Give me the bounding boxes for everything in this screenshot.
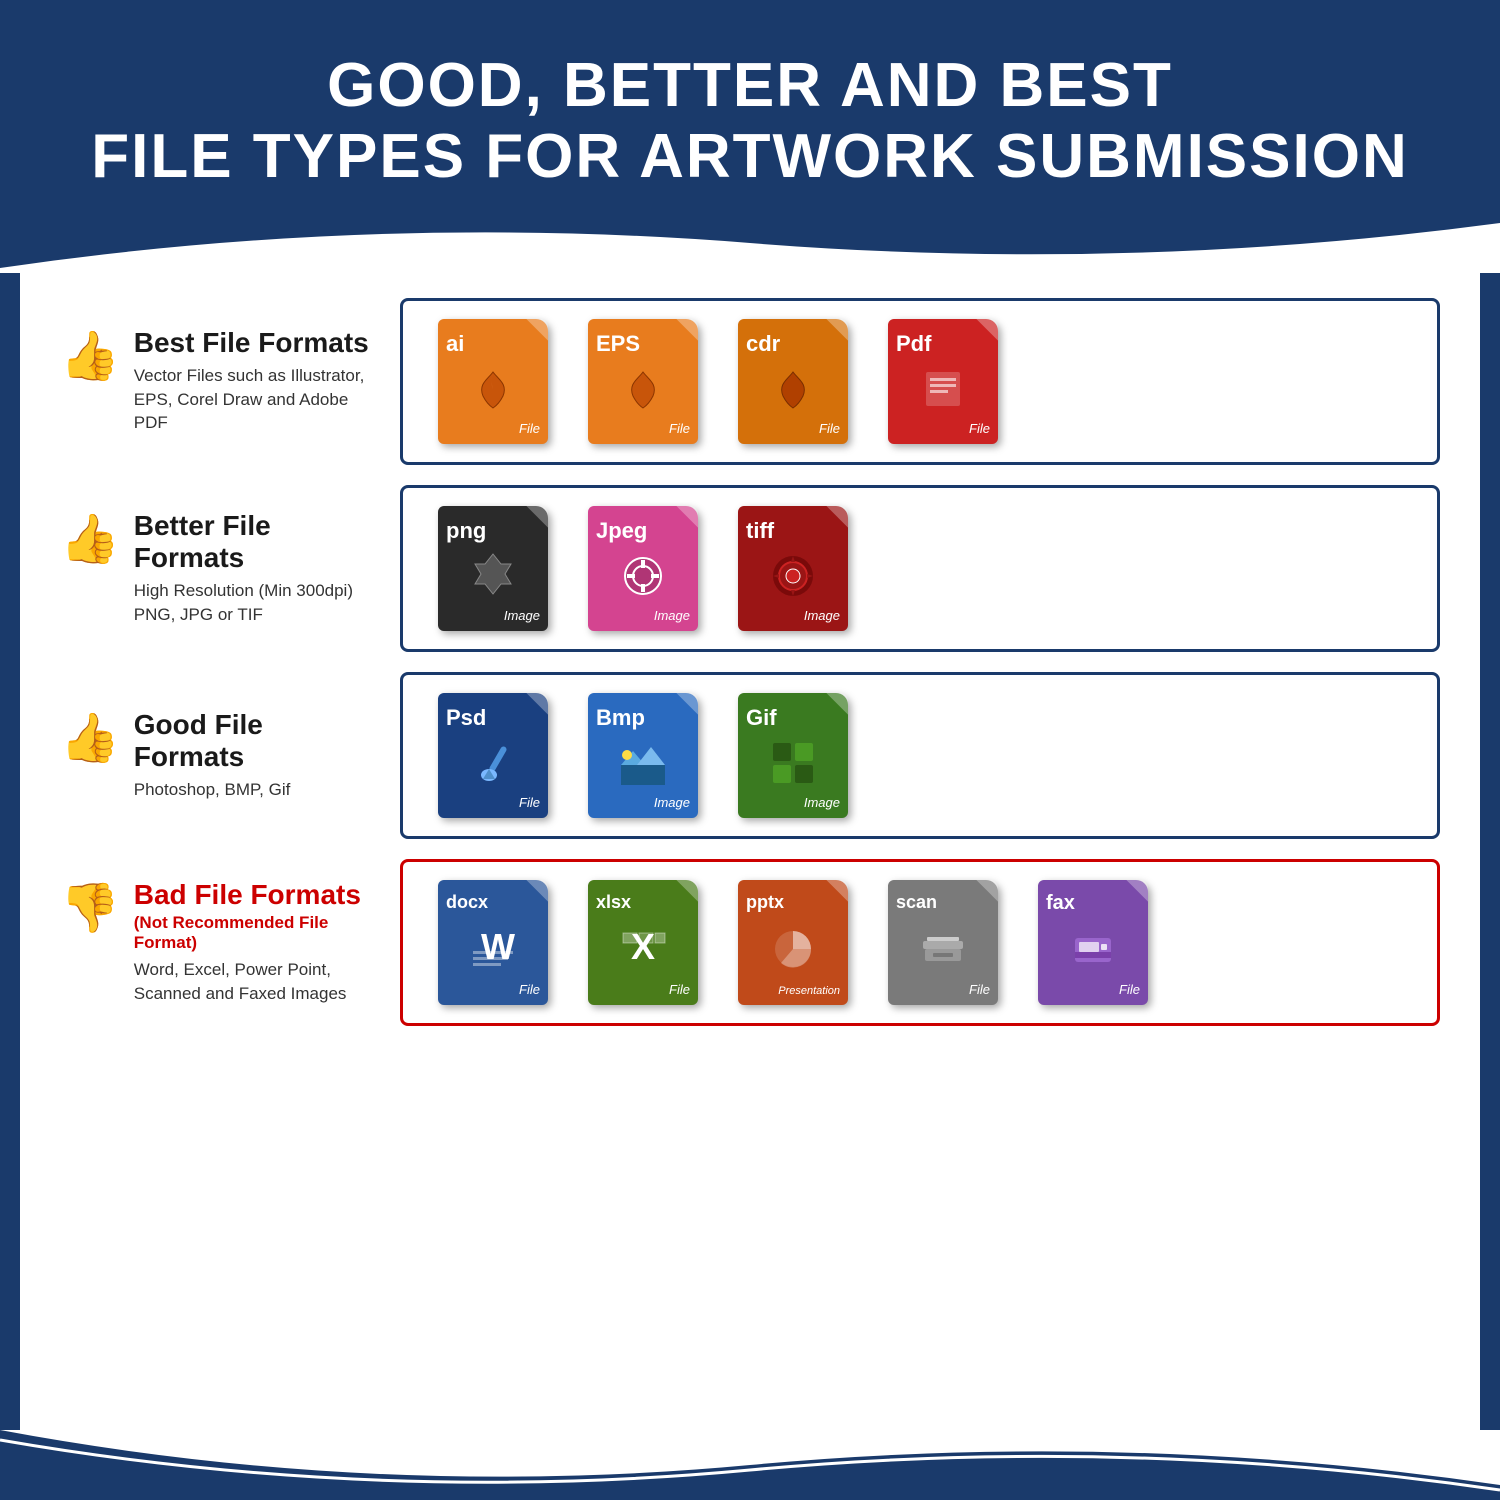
bad-row: 👎 Bad File Formats (Not Recommended File… — [60, 859, 1440, 1026]
psd-file-icon: Psd File — [428, 693, 558, 818]
fax-file-icon: fax File — [1028, 880, 1158, 1005]
tiff-icon-img — [767, 550, 819, 602]
png-file-icon: png Image — [428, 506, 558, 631]
bad-text-block: Bad File Formats (Not Recommended File F… — [134, 879, 380, 1006]
pptx-icon-img — [767, 923, 819, 975]
best-label-area: 👍 Best File Formats Vector Files such as… — [60, 317, 380, 445]
header: GOOD, BETTER AND BEST FILE TYPES FOR ART… — [0, 0, 1500, 223]
bad-subtitle-red: (Not Recommended File Format) — [134, 913, 380, 953]
xlsx-icon-img: X — [617, 921, 669, 973]
bad-label-area: 👎 Bad File Formats (Not Recommended File… — [60, 869, 380, 1016]
scan-file-shape: scan File — [888, 880, 998, 1005]
best-subtitle: Vector Files such as Illustrator,EPS, Co… — [134, 364, 380, 435]
eps-file-icon: EPS File — [578, 319, 708, 444]
png-file-shape: png Image — [438, 506, 548, 631]
ai-icon-img — [468, 364, 518, 414]
ai-file-shape: ai File — [438, 319, 548, 444]
gif-file-icon: Gif Image — [728, 693, 858, 818]
scan-icon-img — [917, 921, 969, 973]
bmp-file-icon: Bmp Image — [578, 693, 708, 818]
fax-file-shape: fax File — [1038, 880, 1148, 1005]
better-row: 👍 Better File Formats High Resolution (M… — [60, 485, 1440, 652]
pdf-file-icon: Pdf File — [878, 319, 1008, 444]
bmp-file-shape: Bmp Image — [588, 693, 698, 818]
best-icons-box: ai File EPS File — [400, 298, 1440, 465]
bad-icons-box: docx W File xlsx — [400, 859, 1440, 1026]
best-title: Best File Formats — [134, 327, 380, 359]
best-row: 👍 Best File Formats Vector Files such as… — [60, 298, 1440, 465]
gif-icon-img — [767, 737, 819, 789]
content-area: 👍 Best File Formats Vector Files such as… — [20, 273, 1480, 1430]
good-label-area: 👍 Good File Formats Photoshop, BMP, Gif — [60, 699, 380, 812]
tiff-file-icon: tiff Image — [728, 506, 858, 631]
thumbs-down-icon: 👎 — [60, 879, 120, 936]
svg-text:W: W — [481, 926, 515, 967]
xlsx-file-shape: xlsx X File — [588, 880, 698, 1005]
thumbs-up-good-icon: 👍 — [60, 709, 120, 766]
pdf-icon-img — [918, 364, 968, 414]
scan-file-icon: scan File — [878, 880, 1008, 1005]
best-text-block: Best File Formats Vector Files such as I… — [134, 327, 380, 435]
better-subtitle: High Resolution (Min 300dpi)PNG, JPG or … — [134, 579, 380, 627]
svg-text:X: X — [631, 926, 655, 967]
good-text-block: Good File Formats Photoshop, BMP, Gif — [134, 709, 380, 802]
bad-title: Bad File Formats — [134, 879, 380, 911]
xlsx-file-icon: xlsx X File — [578, 880, 708, 1005]
thumbs-up-better-icon: 👍 — [60, 510, 120, 567]
better-text-block: Better File Formats High Resolution (Min… — [134, 510, 380, 627]
good-icons-box: Psd File Bmp — [400, 672, 1440, 839]
page-title: GOOD, BETTER AND BEST FILE TYPES FOR ART… — [60, 50, 1440, 193]
psd-icon-img — [467, 737, 519, 789]
main-container: GOOD, BETTER AND BEST FILE TYPES FOR ART… — [0, 0, 1500, 1500]
docx-file-icon: docx W File — [428, 880, 558, 1005]
tiff-file-shape: tiff Image — [738, 506, 848, 631]
pptx-file-icon: pptx Presentation — [728, 880, 858, 1005]
png-icon-img — [467, 550, 519, 602]
better-title: Better File Formats — [134, 510, 380, 574]
cdr-file-shape: cdr File — [738, 319, 848, 444]
thumbs-up-best-icon: 👍 — [60, 327, 120, 384]
jpeg-file-shape: Jpeg Image — [588, 506, 698, 631]
docx-icon-img: W — [467, 921, 519, 973]
eps-file-shape: EPS File — [588, 319, 698, 444]
fax-icon-img — [1067, 922, 1119, 974]
docx-file-shape: docx W File — [438, 880, 548, 1005]
good-title: Good File Formats — [134, 709, 380, 773]
pdf-file-shape: Pdf File — [888, 319, 998, 444]
ai-file-icon: ai File — [428, 319, 558, 444]
gif-file-shape: Gif Image — [738, 693, 848, 818]
bottom-swoosh — [0, 1430, 1500, 1500]
cdr-icon-img — [768, 364, 818, 414]
bmp-icon-img — [617, 737, 669, 789]
jpeg-icon-img — [617, 550, 669, 602]
better-label-area: 👍 Better File Formats High Resolution (M… — [60, 500, 380, 637]
good-row: 👍 Good File Formats Photoshop, BMP, Gif … — [60, 672, 1440, 839]
psd-file-shape: Psd File — [438, 693, 548, 818]
pptx-file-shape: pptx Presentation — [738, 880, 848, 1005]
cdr-file-icon: cdr File — [728, 319, 858, 444]
bad-subtitle: Word, Excel, Power Point,Scanned and Fax… — [134, 958, 380, 1006]
better-icons-box: png Image Jpeg — [400, 485, 1440, 652]
jpeg-file-icon: Jpeg Image — [578, 506, 708, 631]
good-subtitle: Photoshop, BMP, Gif — [134, 778, 380, 802]
eps-icon-img — [618, 364, 668, 414]
